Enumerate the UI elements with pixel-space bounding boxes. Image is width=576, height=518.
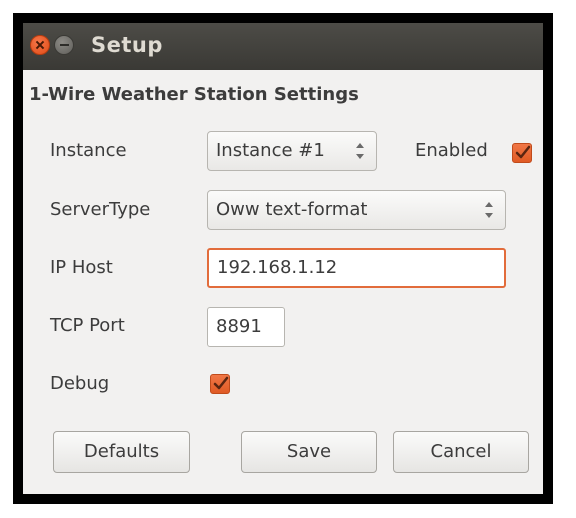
window-frame: Setup 1-Wire Weather Station Settings In… <box>13 13 553 504</box>
tcpport-input[interactable]: 8891 <box>207 307 285 347</box>
title-bar[interactable]: Setup <box>23 23 543 70</box>
close-icon <box>35 40 45 50</box>
section-title: 1-Wire Weather Station Settings <box>29 84 359 105</box>
spin-arrows-icon[interactable] <box>356 143 364 159</box>
debug-checkbox[interactable] <box>210 374 230 394</box>
servertype-label: ServerType <box>50 199 151 220</box>
servertype-value: Oww text-format <box>216 199 368 220</box>
iphost-label: IP Host <box>50 257 113 278</box>
select-arrows-icon <box>485 202 493 218</box>
close-button[interactable] <box>30 35 50 55</box>
instance-label: Instance <box>50 140 127 161</box>
cancel-button[interactable]: Cancel <box>393 431 529 473</box>
checkmark-icon <box>213 376 229 390</box>
servertype-select[interactable]: Oww text-format <box>207 190 506 230</box>
minimize-button[interactable] <box>54 35 74 55</box>
setup-dialog: Setup 1-Wire Weather Station Settings In… <box>23 23 543 494</box>
debug-label: Debug <box>50 373 110 394</box>
instance-spinbox[interactable]: Instance #1 <box>207 131 377 171</box>
save-button[interactable]: Save <box>241 431 377 473</box>
checkmark-icon <box>515 145 531 159</box>
instance-value: Instance #1 <box>216 140 325 161</box>
enabled-label: Enabled <box>415 140 488 161</box>
minimize-icon <box>59 44 69 46</box>
defaults-button[interactable]: Defaults <box>53 431 190 473</box>
iphost-input[interactable]: 192.168.1.12 <box>207 248 506 288</box>
enabled-checkbox[interactable] <box>512 143 532 163</box>
window-title: Setup <box>91 33 163 57</box>
tcpport-label: TCP Port <box>50 315 125 336</box>
